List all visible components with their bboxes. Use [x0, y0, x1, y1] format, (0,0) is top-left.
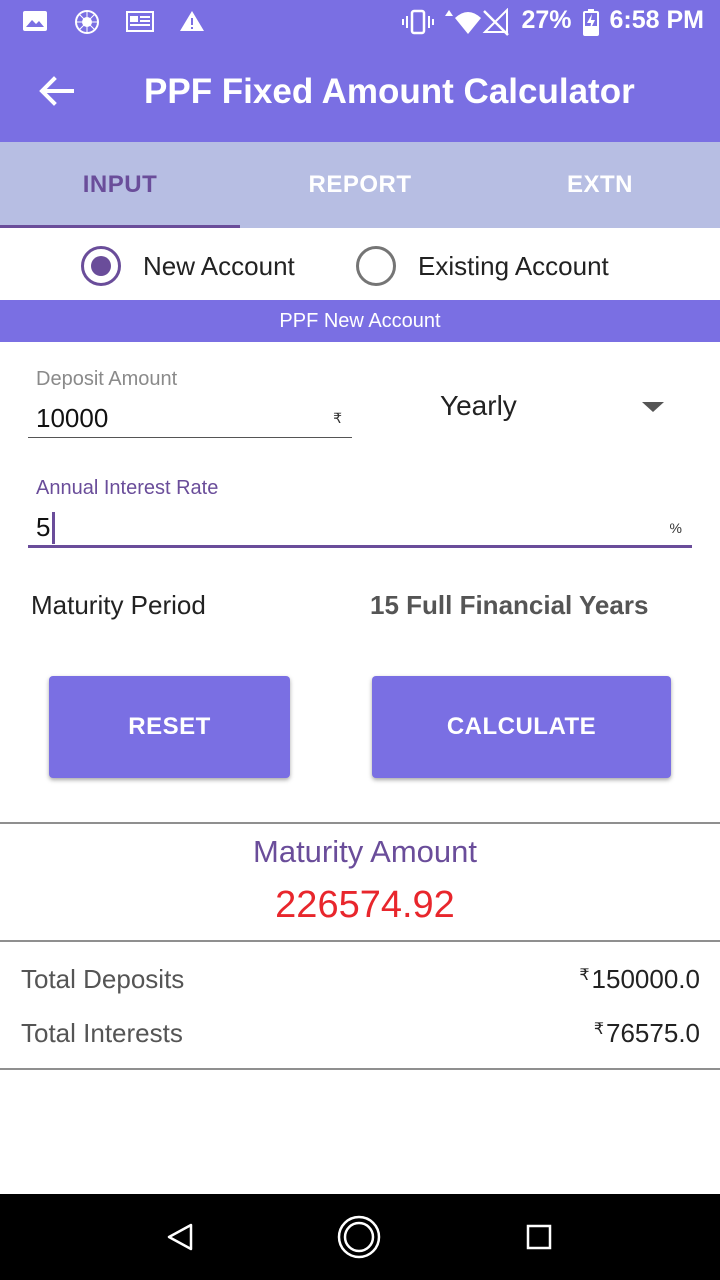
radio-unchecked-icon — [356, 246, 396, 286]
maturity-period-value: 15 Full Financial Years — [370, 590, 649, 620]
total-interests-label: Total Interests — [21, 1018, 183, 1048]
new-account-radio[interactable]: New Account — [81, 246, 295, 286]
total-deposits-value: ₹150000.0 — [579, 964, 700, 995]
total-deposits-amount: 150000.0 — [591, 964, 700, 994]
dropdown-arrow-icon — [642, 402, 664, 412]
rupee-symbol: ₹ — [579, 967, 590, 984]
nav-home-button[interactable] — [336, 1214, 382, 1260]
tab-bar: INPUT REPORT EXTN — [0, 142, 720, 228]
new-account-label: New Account — [143, 250, 295, 281]
percent-suffix: % — [669, 520, 682, 536]
triangle-back-icon — [158, 1223, 204, 1264]
radio-checked-icon — [81, 246, 121, 286]
deposit-amount-input[interactable]: 10000 ₹ — [28, 400, 352, 438]
maturity-amount-value: 226574.92 — [275, 884, 455, 926]
maturity-period-label: Maturity Period — [31, 590, 206, 620]
interest-rate-label: Annual Interest Rate — [36, 477, 219, 499]
divider — [0, 822, 720, 824]
nav-back-button[interactable] — [158, 1214, 204, 1260]
tab-input[interactable]: INPUT — [0, 142, 240, 228]
tab-extn[interactable]: EXTN — [480, 142, 720, 228]
existing-account-label: Existing Account — [418, 250, 609, 281]
deposit-amount-label: Deposit Amount — [36, 368, 178, 390]
wifi-icon — [441, 8, 482, 34]
rupee-symbol: ₹ — [593, 1021, 605, 1038]
app-bar: PPF Fixed Amount Calculator — [0, 44, 720, 142]
section-banner: PPF New Account — [0, 300, 720, 342]
frequency-selected: Yearly — [440, 390, 517, 421]
divider — [0, 1068, 720, 1070]
account-type-group: New Account Existing Account — [0, 228, 720, 300]
vibrate-icon — [401, 8, 435, 34]
calculate-button[interactable]: CALCULATE — [372, 676, 671, 778]
circle-home-icon — [336, 1215, 382, 1264]
system-nav-bar — [0, 1194, 720, 1280]
no-signal-icon — [481, 7, 511, 36]
newspaper-icon — [126, 9, 156, 35]
rupee-suffix: ₹ — [333, 410, 342, 426]
deposit-amount-value: 10000 — [36, 403, 109, 433]
reset-button[interactable]: RESET — [49, 676, 290, 778]
tab-report[interactable]: REPORT — [240, 142, 480, 228]
arrow-left-icon — [38, 75, 74, 111]
warning-icon — [178, 9, 208, 35]
status-bar: 27% 6:58 PM — [0, 0, 720, 44]
interest-rate-input[interactable]: 5 % — [28, 510, 692, 548]
text-cursor — [52, 511, 56, 544]
frequency-dropdown[interactable]: Yearly — [430, 386, 680, 430]
battery-charging-icon — [582, 8, 600, 36]
interest-rate-value: 5 — [36, 512, 51, 542]
divider — [0, 940, 720, 942]
page-title: PPF Fixed Amount Calculator — [144, 72, 635, 111]
total-interests-amount: 76575.0 — [606, 1018, 700, 1048]
nav-recents-button[interactable] — [516, 1214, 562, 1260]
back-button[interactable] — [28, 68, 84, 118]
square-recents-icon — [516, 1224, 562, 1264]
total-deposits-label: Total Deposits — [21, 964, 185, 994]
existing-account-radio[interactable]: Existing Account — [356, 246, 609, 286]
chakra-icon — [74, 9, 104, 35]
total-interests-value: ₹76575.0 — [594, 1018, 700, 1049]
image-icon — [22, 9, 52, 35]
clock: 6:58 PM — [609, 6, 704, 34]
maturity-amount-title: Maturity Amount — [253, 834, 477, 869]
battery-percent: 27% — [521, 6, 572, 34]
